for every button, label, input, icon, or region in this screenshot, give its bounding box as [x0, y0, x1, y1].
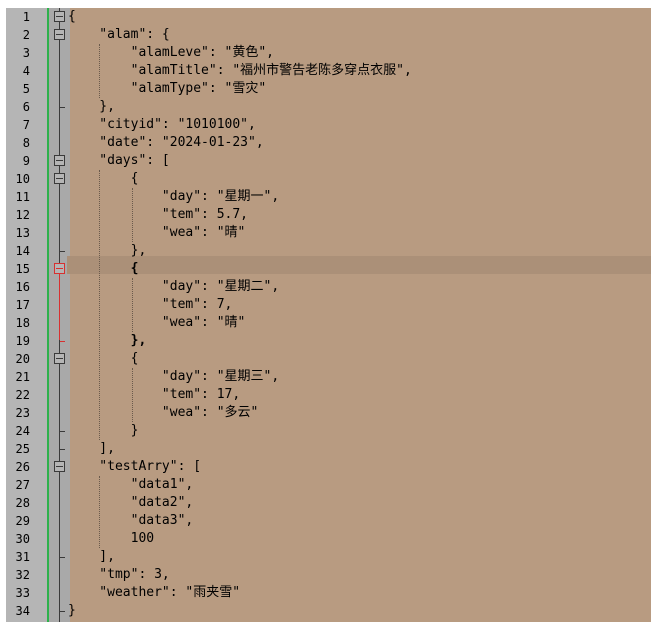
line-number[interactable]: 32 [6, 566, 30, 584]
line-number[interactable]: 24 [6, 422, 30, 440]
indent-guide [99, 44, 100, 98]
fold-toggle-icon[interactable] [54, 173, 65, 184]
line-number[interactable]: 14 [6, 242, 30, 260]
code-line[interactable]: } [68, 422, 139, 440]
code-line[interactable]: "wea": "多云" [68, 404, 258, 422]
code-line[interactable]: "wea": "晴" [68, 314, 245, 332]
fold-end-marker [60, 431, 65, 432]
code-line[interactable]: "date": "2024-01-23", [68, 134, 263, 152]
indent-guide [99, 170, 100, 440]
code-line[interactable]: "tmp": 3, [68, 566, 169, 584]
line-number[interactable]: 25 [6, 440, 30, 458]
line-number[interactable]: 13 [6, 224, 30, 242]
line-number[interactable]: 29 [6, 512, 30, 530]
code-line[interactable]: ], [68, 548, 115, 566]
line-number[interactable]: 5 [6, 80, 30, 98]
line-number[interactable]: 31 [6, 548, 30, 566]
line-number[interactable]: 28 [6, 494, 30, 512]
code-line[interactable]: }, [68, 98, 115, 116]
code-line[interactable]: "cityid": "1010100", [68, 116, 256, 134]
line-number[interactable]: 19 [6, 332, 30, 350]
line-number[interactable]: 4 [6, 62, 30, 80]
fold-end-marker [60, 557, 65, 558]
active-fold-range-line [59, 270, 60, 340]
fold-end-marker [60, 611, 65, 612]
code-line[interactable]: "alamTitle": "福州市警告老陈多穿点衣服", [68, 62, 412, 80]
line-number[interactable]: 27 [6, 476, 30, 494]
current-line-highlight [67, 256, 651, 274]
line-number[interactable]: 17 [6, 296, 30, 314]
line-number[interactable]: 34 [6, 602, 30, 620]
code-line[interactable]: "data3", [68, 512, 194, 530]
fold-end-marker [60, 107, 65, 108]
fold-toggle-icon[interactable] [54, 29, 65, 40]
code-line[interactable]: "tem": 7, [68, 296, 232, 314]
code-line[interactable]: }, [68, 242, 147, 260]
line-number[interactable]: 2 [6, 26, 30, 44]
fold-toggle-icon[interactable] [54, 155, 65, 166]
indent-guide [99, 476, 100, 548]
line-number[interactable]: 11 [6, 188, 30, 206]
line-number[interactable]: 16 [6, 278, 30, 296]
code-line[interactable]: "tem": 5.7, [68, 206, 248, 224]
indent-guide [132, 368, 133, 422]
line-number[interactable]: 18 [6, 314, 30, 332]
code-line[interactable]: "alamType": "雪灾" [68, 80, 267, 98]
code-line[interactable]: }, [68, 332, 147, 350]
fold-toggle-icon[interactable] [54, 353, 65, 364]
line-number[interactable]: 26 [6, 458, 30, 476]
fold-toggle-icon[interactable] [54, 11, 65, 22]
line-number[interactable]: 33 [6, 584, 30, 602]
code-line[interactable]: 100 [68, 530, 154, 548]
line-number[interactable]: 6 [6, 98, 30, 116]
line-number[interactable]: 8 [6, 134, 30, 152]
code-line[interactable]: "wea": "晴" [68, 224, 245, 242]
line-number[interactable]: 21 [6, 368, 30, 386]
line-number[interactable]: 7 [6, 116, 30, 134]
fold-toggle-icon[interactable] [54, 461, 65, 472]
code-line[interactable]: "weather": "雨夹雪" [68, 584, 240, 602]
fold-end-marker [60, 449, 65, 450]
line-number[interactable]: 23 [6, 404, 30, 422]
code-line[interactable]: } [68, 602, 76, 620]
line-number[interactable]: 20 [6, 350, 30, 368]
code-line[interactable]: "tem": 17, [68, 386, 240, 404]
code-line[interactable]: "days": [ [68, 152, 169, 170]
line-number[interactable]: 30 [6, 530, 30, 548]
line-number[interactable]: 3 [6, 44, 30, 62]
code-line[interactable]: { [68, 8, 76, 26]
fold-end-marker [60, 251, 65, 252]
fold-end-marker [60, 341, 65, 342]
line-number[interactable]: 22 [6, 386, 30, 404]
line-number[interactable]: 1 [6, 8, 30, 26]
code-editor[interactable]: 1{2 "alam": {3 "alamLeve": "黄色", 4 "alamT… [6, 8, 651, 622]
indent-guide [132, 188, 133, 242]
line-number[interactable]: 35 [6, 620, 30, 622]
code-line[interactable]: "data1", [68, 476, 194, 494]
fold-toggle-icon[interactable] [54, 263, 65, 274]
code-line[interactable]: { [68, 170, 139, 188]
code-line[interactable]: "data2", [68, 494, 194, 512]
indent-guide [132, 278, 133, 332]
code-line[interactable]: ], [68, 440, 115, 458]
code-line[interactable]: "alam": { [68, 26, 169, 44]
code-line[interactable]: { [68, 260, 139, 278]
line-number[interactable]: 9 [6, 152, 30, 170]
line-number[interactable]: 12 [6, 206, 30, 224]
line-number[interactable]: 10 [6, 170, 30, 188]
code-line[interactable]: "testArry": [ [68, 458, 201, 476]
line-number[interactable]: 15 [6, 260, 30, 278]
code-line[interactable]: { [68, 350, 139, 368]
